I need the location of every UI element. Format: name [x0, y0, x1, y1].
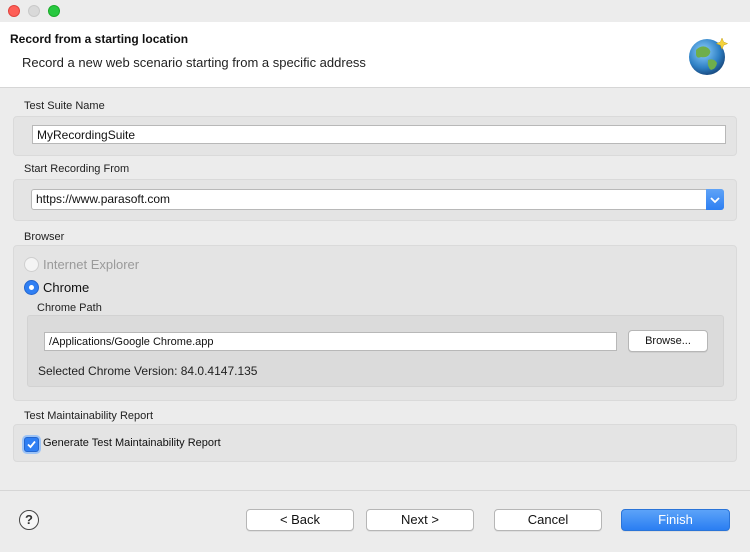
- maintainability-label: Test Maintainability Report: [24, 410, 154, 422]
- chrome-label: Chrome: [43, 280, 90, 295]
- start-url-combobox[interactable]: https://www.parasoft.com: [31, 189, 724, 210]
- chrome-version-text: Selected Chrome Version: 84.0.4147.135: [38, 364, 258, 378]
- checkmark-icon: [27, 440, 36, 449]
- generate-report-checkbox[interactable]: [24, 437, 39, 452]
- internet-explorer-radio[interactable]: [24, 257, 39, 272]
- chrome-path-input[interactable]: /Applications/Google Chrome.app: [44, 332, 617, 351]
- internet-explorer-label: Internet Explorer: [43, 257, 140, 272]
- next-button[interactable]: Next >: [366, 509, 474, 531]
- wizard-header: Record from a starting location Record a…: [0, 22, 750, 88]
- window-titlebar: [0, 0, 750, 22]
- browser-label: Browser: [24, 231, 65, 243]
- browse-button[interactable]: Browse...: [628, 330, 708, 352]
- cancel-button[interactable]: Cancel: [494, 509, 602, 531]
- start-recording-from-label: Start Recording From: [24, 163, 130, 175]
- minimize-window-button[interactable]: [28, 5, 40, 17]
- test-suite-name-label: Test Suite Name: [24, 100, 105, 112]
- globe-icon: [689, 37, 729, 75]
- chrome-path-label: Chrome Path: [37, 302, 102, 314]
- combo-dropdown-button[interactable]: [706, 189, 724, 210]
- chevron-down-icon: [710, 197, 720, 204]
- back-button[interactable]: < Back: [246, 509, 354, 531]
- close-window-button[interactable]: [8, 5, 20, 17]
- footer-divider: [0, 490, 750, 491]
- finish-button[interactable]: Finish: [621, 509, 730, 531]
- generate-report-label: Generate Test Maintainability Report: [43, 437, 221, 449]
- test-suite-name-panel: MyRecordingSuite: [13, 116, 737, 156]
- help-icon[interactable]: ?: [19, 510, 39, 530]
- wizard-subtitle: Record a new web scenario starting from …: [22, 55, 366, 70]
- test-suite-name-input[interactable]: MyRecordingSuite: [32, 125, 726, 144]
- wizard-title: Record from a starting location: [10, 32, 189, 46]
- start-url-value: https://www.parasoft.com: [36, 192, 171, 206]
- zoom-window-button[interactable]: [48, 5, 60, 17]
- chrome-radio[interactable]: [24, 280, 39, 295]
